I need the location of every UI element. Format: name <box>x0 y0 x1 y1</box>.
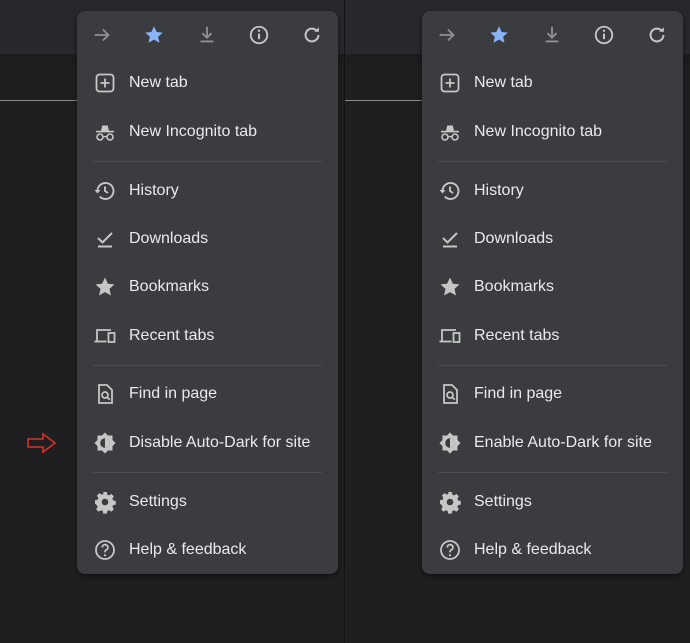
menu-item-new-incognito-tab[interactable]: New Incognito tab <box>77 112 338 152</box>
bookmark-star-button[interactable] <box>485 21 513 49</box>
menu-item-bookmarks[interactable]: Bookmarks <box>422 267 683 307</box>
menu-item-label: New Incognito tab <box>474 123 603 140</box>
info-button[interactable] <box>245 21 273 49</box>
bookmark-star-button[interactable] <box>140 21 168 49</box>
menu-item-label: New Incognito tab <box>129 123 258 140</box>
menu-item-label: History <box>129 182 179 199</box>
incognito-icon <box>438 120 462 144</box>
reload-button[interactable] <box>643 21 671 49</box>
menu-item-label: Recent tabs <box>129 327 215 344</box>
menu-item-label: Bookmarks <box>129 278 210 295</box>
auto-dark-icon <box>93 431 117 455</box>
settings-gear-icon <box>438 490 462 514</box>
menu-separator <box>93 365 322 366</box>
menu-item-label: Downloads <box>474 230 554 247</box>
download-icon <box>196 24 218 46</box>
menu-item-new-tab[interactable]: New tab <box>77 63 338 103</box>
incognito-icon <box>93 120 117 144</box>
menu-item-label: Settings <box>474 493 532 510</box>
forward-arrow-icon <box>436 24 458 46</box>
download-button[interactable] <box>193 21 221 49</box>
menu-item-label: Enable Auto-Dark for site <box>474 434 652 451</box>
menu-item-find-in-page[interactable]: Find in page <box>422 374 683 414</box>
panel-divider <box>344 0 345 643</box>
reload-button[interactable] <box>298 21 326 49</box>
find-in-page-icon <box>438 382 462 406</box>
menu-item-label: New tab <box>474 74 533 91</box>
info-button[interactable] <box>590 21 618 49</box>
downloads-icon <box>93 227 117 251</box>
menu-separator <box>438 472 667 473</box>
menu-separator <box>438 161 667 162</box>
menu-item-help-and-feedback[interactable]: Help & feedback <box>77 530 338 570</box>
new-tab-icon <box>438 71 462 95</box>
settings-gear-icon <box>93 490 117 514</box>
bookmark-star-icon <box>488 24 510 46</box>
menu-item-label: Help & feedback <box>474 541 592 558</box>
menu-item-new-tab[interactable]: New tab <box>422 63 683 103</box>
pointer-arrow-icon <box>27 432 57 454</box>
download-icon <box>541 24 563 46</box>
info-icon <box>593 24 615 46</box>
bookmarks-star-icon <box>93 275 117 299</box>
menu-item-find-in-page[interactable]: Find in page <box>77 374 338 414</box>
menu-item-disable-auto-dark-for-site[interactable]: Disable Auto-Dark for site <box>77 423 338 463</box>
menu-item-label: Disable Auto-Dark for site <box>129 434 311 451</box>
menu-item-settings[interactable]: Settings <box>422 482 683 522</box>
menu-separator <box>93 472 322 473</box>
menu-item-recent-tabs[interactable]: Recent tabs <box>77 316 338 356</box>
reload-icon <box>646 24 668 46</box>
recent-tabs-icon <box>93 324 117 348</box>
help-icon <box>93 538 117 562</box>
menu-item-label: Help & feedback <box>129 541 247 558</box>
menu-item-label: History <box>474 182 524 199</box>
overflow-menu-left: New tab New Incognito tab History Downloads… <box>77 11 338 574</box>
menu-item-history[interactable]: History <box>422 171 683 211</box>
history-icon <box>93 179 117 203</box>
bookmark-star-icon <box>143 24 165 46</box>
menu-item-label: New tab <box>129 74 188 91</box>
menu-item-label: Recent tabs <box>474 327 560 344</box>
menu-separator <box>438 365 667 366</box>
menu-item-recent-tabs[interactable]: Recent tabs <box>422 316 683 356</box>
menu-item-help-and-feedback[interactable]: Help & feedback <box>422 530 683 570</box>
menu-separator <box>93 161 322 162</box>
forward-arrow-button[interactable] <box>88 21 116 49</box>
help-icon <box>438 538 462 562</box>
forward-arrow-icon <box>91 24 113 46</box>
auto-dark-icon <box>438 431 462 455</box>
new-tab-icon <box>93 71 117 95</box>
menu-item-downloads[interactable]: Downloads <box>422 219 683 259</box>
menu-item-label: Find in page <box>129 385 218 402</box>
menu-item-bookmarks[interactable]: Bookmarks <box>77 267 338 307</box>
address-underline <box>0 100 80 101</box>
downloads-icon <box>438 227 462 251</box>
menu-item-label: Downloads <box>129 230 209 247</box>
menu-item-label: Find in page <box>474 385 563 402</box>
menu-action-toolbar <box>422 11 683 59</box>
menu-item-label: Bookmarks <box>474 278 555 295</box>
bookmarks-star-icon <box>438 275 462 299</box>
recent-tabs-icon <box>438 324 462 348</box>
forward-arrow-button[interactable] <box>433 21 461 49</box>
info-icon <box>248 24 270 46</box>
menu-item-new-incognito-tab[interactable]: New Incognito tab <box>422 112 683 152</box>
find-in-page-icon <box>93 382 117 406</box>
reload-icon <box>301 24 323 46</box>
download-button[interactable] <box>538 21 566 49</box>
menu-item-enable-auto-dark-for-site[interactable]: Enable Auto-Dark for site <box>422 423 683 463</box>
menu-item-downloads[interactable]: Downloads <box>77 219 338 259</box>
overflow-menu-right: New tab New Incognito tab History Downloads… <box>422 11 683 574</box>
menu-action-toolbar <box>77 11 338 59</box>
address-underline <box>345 100 425 101</box>
menu-item-history[interactable]: History <box>77 171 338 211</box>
menu-item-settings[interactable]: Settings <box>77 482 338 522</box>
menu-item-label: Settings <box>129 493 187 510</box>
history-icon <box>438 179 462 203</box>
